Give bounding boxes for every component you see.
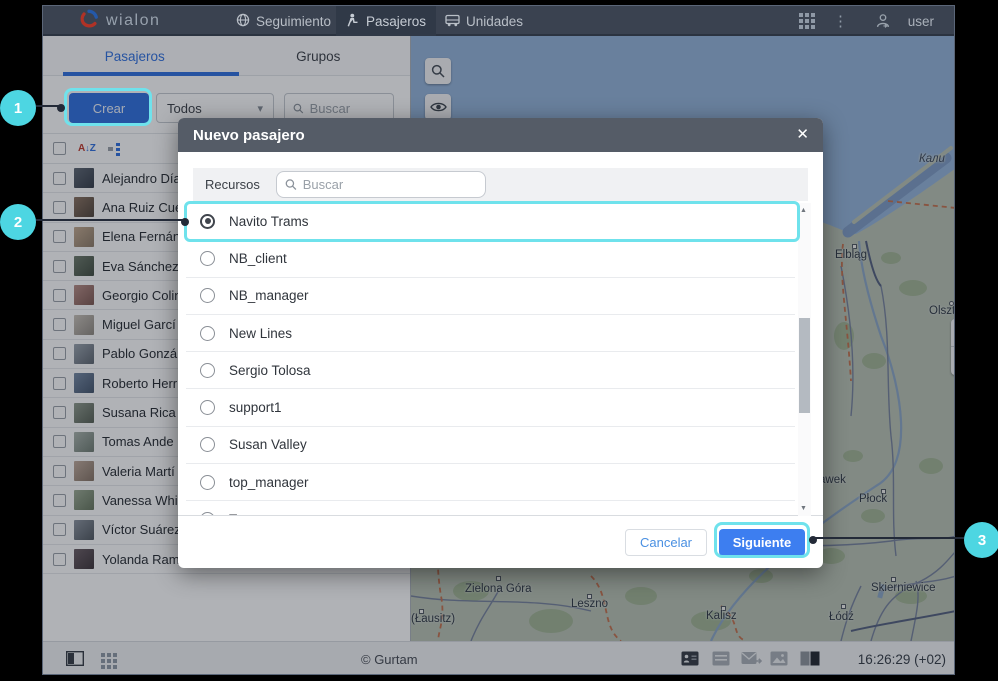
cancel-button[interactable]: Cancelar — [625, 529, 707, 556]
nav-tab-seguimiento[interactable]: Seguimiento — [226, 6, 341, 36]
nav-tab-label: Pasajeros — [366, 14, 426, 29]
callout-line-3 — [814, 537, 966, 539]
radio-icon[interactable] — [200, 363, 215, 378]
resource-label: NB_client — [229, 251, 287, 266]
user-name-label: user — [908, 6, 934, 36]
resource-label: top_manager — [229, 475, 309, 490]
resource-list: Navito Trams NB_client NB_manager New Li… — [178, 203, 823, 516]
bus-icon — [445, 13, 460, 30]
apps-grid-icon[interactable] — [799, 6, 815, 36]
callout-badge-1: 1 — [0, 90, 36, 126]
wialon-logo-text: wialon — [106, 12, 160, 30]
resource-search — [276, 171, 486, 198]
new-passenger-dialog: Nuevo pasajero ✕ Recursos Navito Trams N… — [178, 118, 823, 568]
scroll-up-icon[interactable]: ▲ — [800, 207, 807, 214]
resource-label: New Lines — [229, 326, 292, 341]
resource-option[interactable]: T — [186, 501, 795, 516]
radio-icon[interactable] — [200, 437, 215, 452]
resource-label: Susan Valley — [229, 437, 307, 452]
scrollbar[interactable]: ▲ ▼ — [798, 203, 811, 516]
callout-dot-3 — [809, 536, 817, 544]
wialon-logo-icon — [79, 9, 99, 34]
globe-icon — [236, 13, 250, 30]
resource-label: Sergio Tolosa — [229, 363, 311, 378]
nav-tab-pasajeros[interactable]: Pasajeros — [336, 6, 436, 36]
resource-option[interactable]: support1 — [186, 390, 795, 427]
passenger-icon — [346, 13, 360, 30]
resources-toolbar: Recursos — [193, 168, 808, 201]
dialog-header: Nuevo pasajero ✕ — [178, 118, 823, 152]
callout-badge-2: 2 — [0, 204, 36, 240]
radio-icon[interactable] — [200, 288, 215, 303]
resource-option[interactable]: Susan Valley — [186, 427, 795, 464]
resource-label: support1 — [229, 400, 282, 415]
radio-icon[interactable] — [200, 400, 215, 415]
kebab-menu-icon[interactable]: ⋮ — [833, 6, 848, 36]
nav-tab-label: Unidades — [466, 14, 523, 29]
search-icon — [285, 178, 297, 191]
resource-option[interactable]: New Lines — [186, 315, 795, 352]
radio-icon[interactable] — [200, 475, 215, 490]
radio-icon[interactable] — [200, 326, 215, 341]
next-button[interactable]: Siguiente — [719, 529, 805, 556]
resource-label: NB_manager — [229, 288, 309, 303]
wialon-logo[interactable]: wialon — [79, 6, 160, 36]
callout-dot-1 — [57, 104, 65, 112]
resource-option[interactable]: NB_manager — [186, 278, 795, 315]
radio-icon[interactable] — [200, 251, 215, 266]
close-icon[interactable]: ✕ — [796, 126, 809, 144]
callout-line-2 — [34, 219, 186, 221]
dialog-title: Nuevo pasajero — [193, 127, 305, 144]
resource-option[interactable]: top_manager — [186, 464, 795, 501]
resource-label: Navito Trams — [229, 214, 309, 229]
callout-dot-2 — [181, 218, 189, 226]
resources-label: Recursos — [205, 177, 260, 192]
dialog-footer: Cancelar Siguiente — [178, 516, 823, 568]
resource-search-input[interactable] — [303, 177, 477, 192]
resource-option[interactable]: Sergio Tolosa — [186, 352, 795, 389]
user-icon[interactable] — [874, 6, 892, 36]
resource-option-selected[interactable]: Navito Trams — [186, 203, 795, 240]
resource-option[interactable]: NB_client — [186, 240, 795, 277]
top-navbar: wialon Seguimiento Pasajeros Unidades ⋮ — [43, 6, 954, 36]
scrollbar-thumb[interactable] — [799, 318, 810, 413]
nav-tab-label: Seguimiento — [256, 14, 331, 29]
scroll-down-icon[interactable]: ▼ — [800, 505, 807, 512]
callout-badge-3: 3 — [964, 522, 998, 558]
nav-tab-unidades[interactable]: Unidades — [435, 6, 533, 36]
radio-selected-icon[interactable] — [200, 214, 215, 229]
